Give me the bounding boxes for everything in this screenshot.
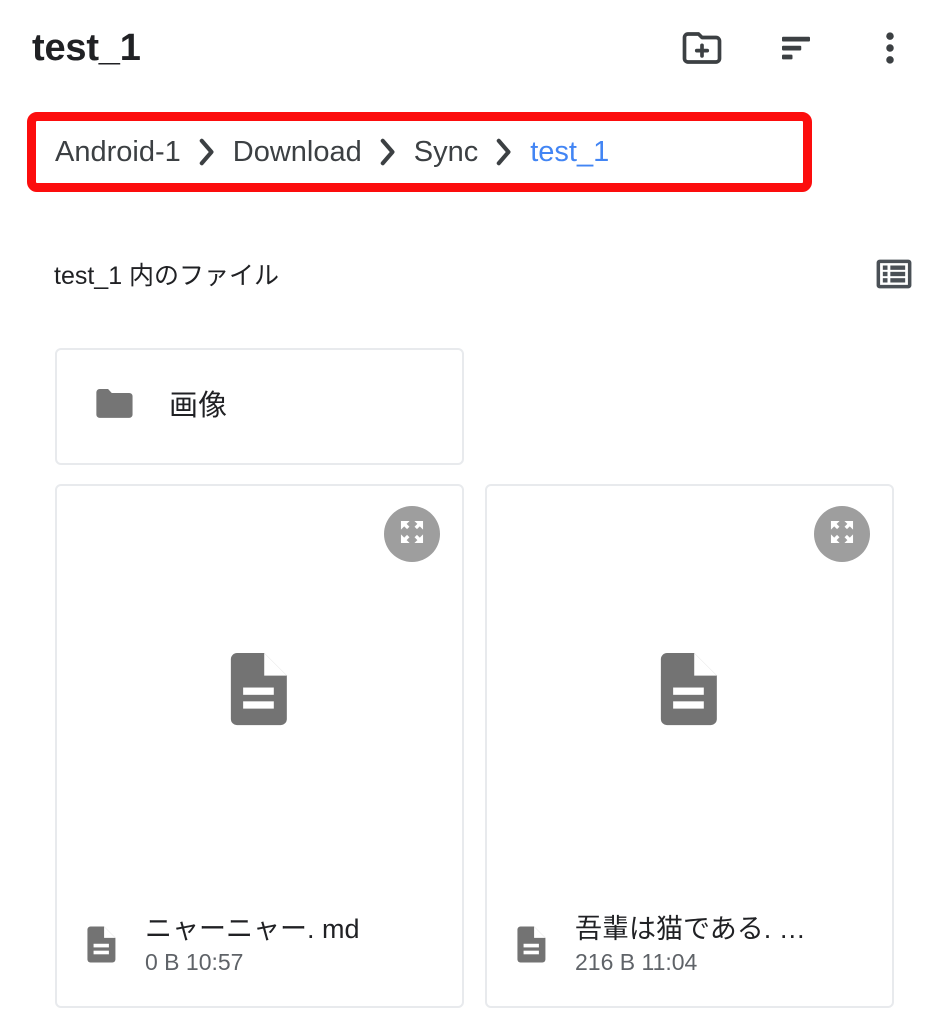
create-new-folder-button[interactable] (676, 22, 728, 74)
sort-button[interactable] (770, 22, 822, 74)
more-options-button[interactable] (864, 22, 916, 74)
breadcrumb-item-download[interactable]: Download (233, 136, 362, 169)
sort-icon (775, 27, 817, 69)
document-icon (79, 920, 125, 971)
folder-icon (89, 378, 141, 435)
section-header: test_1 内のファイル (0, 245, 950, 307)
section-title: test_1 内のファイル (54, 261, 280, 290)
file-meta: 吾輩は猫である. … 216 B 11:04 (487, 890, 892, 1000)
file-name: ニャーニャー. md (145, 914, 360, 945)
file-card[interactable]: 吾輩は猫である. … 216 B 11:04 (485, 484, 894, 1008)
more-vert-icon (869, 27, 911, 69)
file-preview (487, 486, 892, 890)
breadcrumb-item-android-1[interactable]: Android-1 (55, 136, 181, 169)
document-icon (509, 920, 555, 971)
breadcrumb-item-sync[interactable]: Sync (414, 136, 478, 169)
file-meta: ニャーニャー. md 0 B 10:57 (57, 890, 462, 1000)
page-title: test_1 (32, 26, 141, 69)
expand-button[interactable] (814, 506, 870, 562)
app-bar: test_1 (0, 0, 950, 95)
file-size-time: 0 B 10:57 (145, 949, 244, 976)
app-bar-actions (676, 22, 928, 74)
file-meta-text: ニャーニャー. md 0 B 10:57 (145, 913, 462, 977)
view-mode-toggle-button[interactable] (868, 250, 920, 302)
chevron-right-icon (362, 137, 414, 167)
create-new-folder-icon (681, 27, 723, 69)
expand-icon (825, 515, 859, 554)
folder-card[interactable]: 画像 (55, 348, 464, 465)
breadcrumb-item-test-1[interactable]: test_1 (530, 136, 609, 169)
file-size-time: 216 B 11:04 (575, 949, 698, 976)
file-manager-screen: test_1 Android-1 Download Sync test_1 te… (0, 0, 950, 1024)
breadcrumb: Android-1 Download Sync test_1 (27, 112, 812, 192)
file-preview (57, 486, 462, 890)
chevron-right-icon (181, 137, 233, 167)
chevron-right-icon (478, 137, 530, 167)
expand-button[interactable] (384, 506, 440, 562)
list-view-icon (874, 254, 914, 299)
document-icon (214, 640, 306, 737)
document-icon (644, 640, 736, 737)
file-meta-text: 吾輩は猫である. … 216 B 11:04 (575, 913, 892, 977)
file-name: 吾輩は猫である. … (575, 914, 806, 945)
folder-name: 画像 (169, 390, 228, 422)
file-card[interactable]: ニャーニャー. md 0 B 10:57 (55, 484, 464, 1008)
expand-icon (395, 515, 429, 554)
